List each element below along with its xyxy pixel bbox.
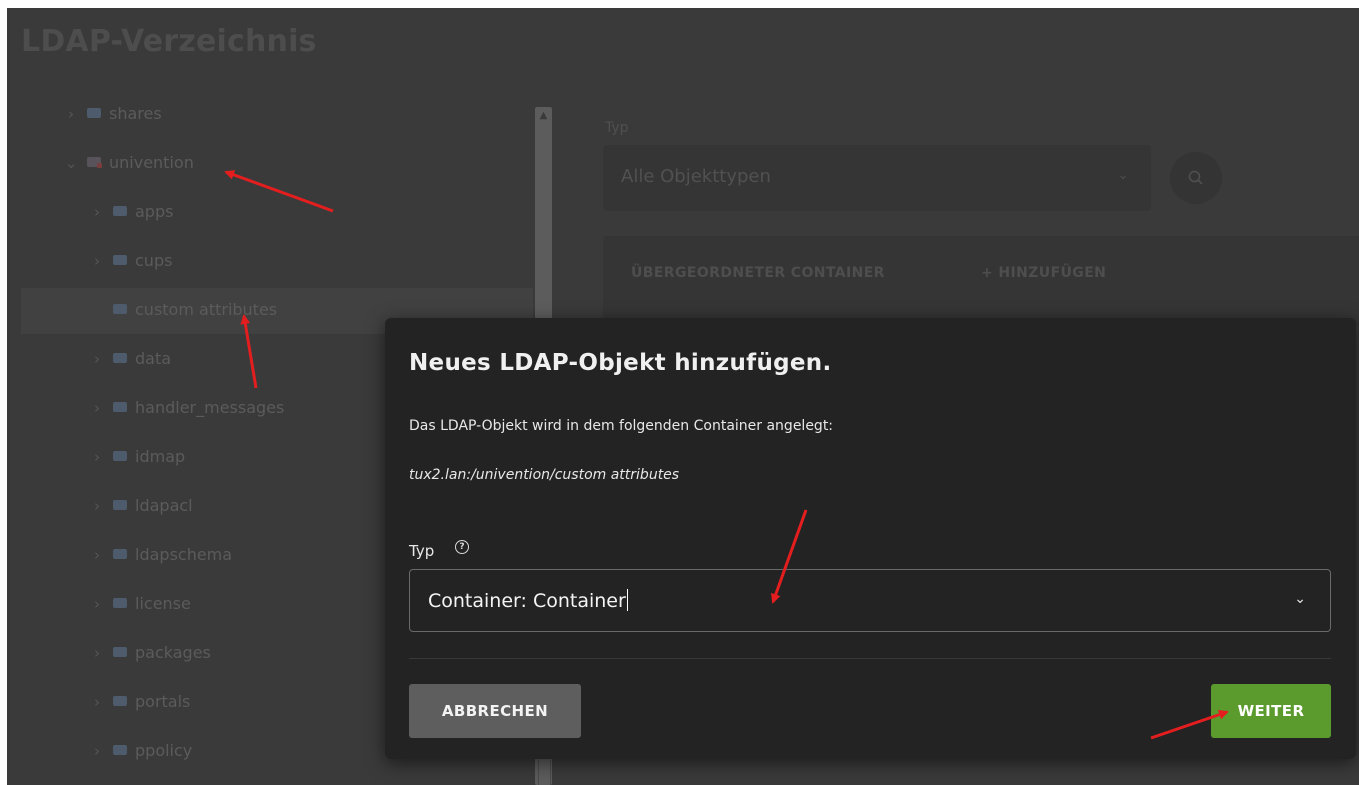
toolbar: ÜBERGEORDNETER CONTAINER + HINZUFÜGEN: [603, 236, 1359, 326]
folder-icon: [113, 304, 127, 314]
chevron-right-icon[interactable]: ›: [91, 252, 103, 270]
object-type-select[interactable]: Alle Objekttypen ⌄: [603, 145, 1151, 211]
tree-item[interactable]: › shares: [21, 104, 533, 138]
cancel-button[interactable]: ABBRECHEN: [409, 684, 581, 738]
add-ldap-object-dialog: Neues LDAP-Objekt hinzufügen. Das LDAP-O…: [385, 318, 1356, 759]
tree-item[interactable]: › apps: [21, 190, 533, 236]
help-icon[interactable]: ?: [455, 540, 469, 554]
chevron-down-icon: ⌄: [1294, 591, 1306, 607]
folder-icon: [113, 598, 127, 608]
dialog-description: Das LDAP-Objekt wird in dem folgenden Co…: [409, 418, 834, 434]
parent-container-button[interactable]: ÜBERGEORDNETER CONTAINER: [631, 263, 885, 283]
next-button[interactable]: WEITER: [1211, 684, 1331, 738]
tree-item-label: ldapschema: [135, 545, 233, 564]
folder-icon: [113, 500, 127, 510]
object-type-value: Alle Objekttypen: [621, 166, 771, 187]
folder-icon: [113, 206, 127, 216]
tree-item-label: handler_messages: [135, 398, 285, 417]
tree-item-label: portals: [135, 692, 191, 711]
dialog-type-select[interactable]: Container: Container ⌄: [409, 569, 1331, 632]
chevron-right-icon[interactable]: ›: [91, 399, 103, 417]
text-cursor: [626, 589, 628, 611]
dialog-title: Neues LDAP-Objekt hinzufügen.: [409, 350, 832, 376]
chevron-right-icon[interactable]: ›: [91, 693, 103, 711]
dialog-type-value: Container: Container: [428, 590, 626, 612]
folder-icon: [113, 647, 127, 657]
search-icon: [1188, 170, 1203, 185]
tree-item-label: ppolicy: [135, 741, 193, 760]
tree-item-label: license: [135, 594, 191, 613]
dialog-divider: [409, 658, 1331, 659]
scroll-track: [538, 760, 551, 785]
chevron-right-icon[interactable]: ›: [91, 350, 103, 368]
folder-icon: [113, 353, 127, 363]
chevron-down-icon: ⌄: [1117, 167, 1129, 183]
folder-icon: [87, 108, 101, 118]
filter-typ-label: Typ: [605, 120, 629, 136]
tree-item[interactable]: ⌄ univention: [21, 141, 533, 187]
tree-item-label: shares: [109, 104, 162, 123]
tree-item-label: data: [135, 349, 172, 368]
chevron-right-icon[interactable]: ›: [91, 742, 103, 760]
chevron-down-icon[interactable]: ⌄: [65, 154, 78, 172]
chevron-right-icon[interactable]: ›: [91, 448, 103, 466]
chevron-right-icon[interactable]: ›: [91, 644, 103, 662]
folder-icon: [87, 157, 102, 168]
add-button[interactable]: + HINZUFÜGEN: [981, 263, 1106, 283]
tree-item[interactable]: › cups: [21, 239, 533, 285]
folder-icon: [113, 549, 127, 559]
scroll-up-icon[interactable]: ▲: [535, 109, 552, 123]
tree-item-label: univention: [109, 153, 194, 172]
folder-icon: [113, 696, 127, 706]
container-path: tux2.lan:/univention/custom attributes: [409, 467, 680, 483]
tree-item-label: cups: [135, 251, 173, 270]
tree-item-label: idmap: [135, 447, 186, 466]
dialog-typ-label: Typ: [409, 542, 435, 560]
folder-icon: [113, 451, 127, 461]
chevron-right-icon[interactable]: ›: [65, 105, 77, 123]
search-button[interactable]: [1170, 152, 1222, 204]
tree-item-label: ldapacl: [135, 496, 193, 515]
chevron-right-icon[interactable]: ›: [91, 497, 103, 515]
tree-item-label: apps: [135, 202, 174, 221]
chevron-right-icon[interactable]: ›: [91, 595, 103, 613]
folder-icon: [113, 255, 127, 265]
folder-icon: [113, 745, 127, 755]
chevron-right-icon[interactable]: ›: [91, 546, 103, 564]
tree-item-label: custom attributes: [135, 300, 278, 319]
tree-item-label: packages: [135, 643, 211, 662]
folder-icon: [113, 402, 127, 412]
chevron-right-icon[interactable]: ›: [91, 203, 103, 221]
page-title: LDAP-Verzeichnis: [21, 24, 317, 59]
